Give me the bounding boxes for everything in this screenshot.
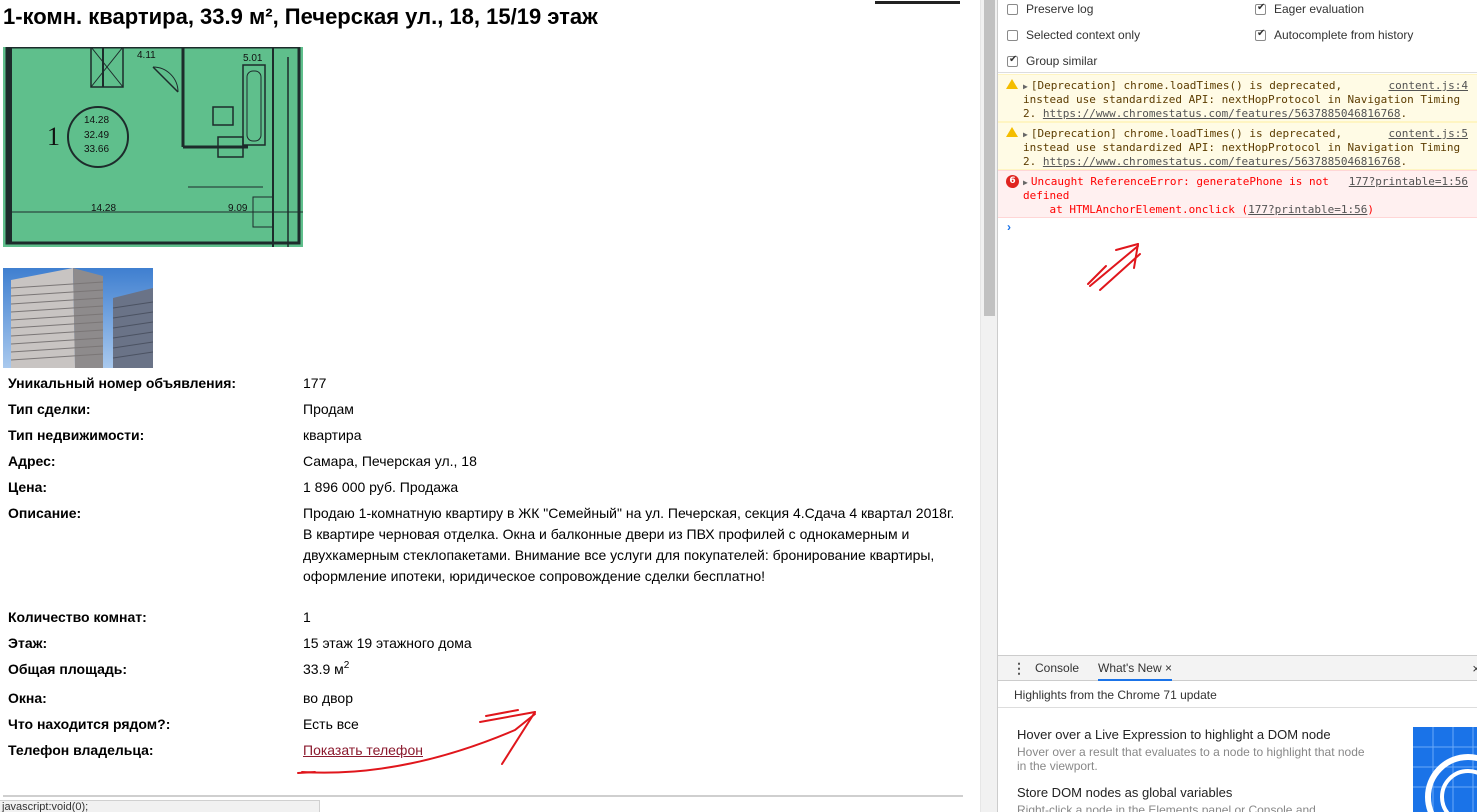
console-warning-message[interactable]: ▶ [Deprecation] chrome.loadTimes() is dep… bbox=[998, 122, 1477, 170]
tab-whats-new[interactable]: What's New × bbox=[1098, 656, 1172, 681]
web-page: 1-комн. квартира, 33.9 м², Печерская ул.… bbox=[0, 0, 980, 812]
detail-label: Адрес: bbox=[8, 453, 56, 469]
group-similar-checkbox[interactable]: Group similar bbox=[1007, 53, 1097, 69]
checkbox-label: Preserve log bbox=[1026, 2, 1094, 16]
message-link[interactable]: https://www.chromestatus.com/features/56… bbox=[1043, 107, 1401, 120]
console-error-message[interactable]: 6 ▶ Uncaught ReferenceError: generatePhon… bbox=[998, 170, 1477, 218]
detail-value: 177 bbox=[303, 375, 327, 391]
eager-evaluation-checkbox[interactable]: Eager evaluation bbox=[1255, 1, 1364, 17]
building-photo bbox=[3, 268, 153, 368]
tab-console[interactable]: Console bbox=[1035, 656, 1079, 681]
detail-label: Тип недвижимости: bbox=[8, 427, 145, 443]
detail-label: Описание: bbox=[8, 505, 82, 521]
message-link[interactable]: https://www.chromestatus.com/features/56… bbox=[1043, 155, 1401, 168]
message-source-link[interactable]: content.js:4 bbox=[1389, 79, 1468, 93]
checkbox-label: Selected context only bbox=[1026, 28, 1141, 42]
preserve-log-checkbox[interactable]: Preserve log bbox=[1007, 1, 1093, 17]
whats-new-item-desc: Right-click a node in the Elements panel… bbox=[1017, 803, 1316, 812]
message-text: instead use standardized API: nextHopPro… bbox=[1023, 93, 1461, 106]
detail-label: Цена: bbox=[8, 479, 48, 495]
message-source-link[interactable]: 177?printable=1:56 bbox=[1349, 175, 1468, 189]
whats-new-item-title: Store DOM nodes as global variables bbox=[1017, 785, 1233, 800]
message-text: defined bbox=[1023, 189, 1070, 202]
console-warning-message[interactable]: ▶ [Deprecation] chrome.loadTimes() is dep… bbox=[998, 74, 1477, 122]
console-prompt-icon[interactable]: › bbox=[1007, 220, 1011, 234]
expand-triangle-icon[interactable]: ▶ bbox=[1023, 178, 1028, 187]
drawer-tab-bar: ⋮ Console What's New × × bbox=[998, 655, 1477, 681]
clipped-header-text bbox=[875, 0, 960, 4]
floorplan-bottom-left-area: 14.28 bbox=[91, 203, 116, 214]
warning-icon bbox=[1006, 127, 1018, 137]
floorplan-area-1: 14.28 bbox=[84, 115, 109, 126]
selected-context-checkbox[interactable]: Selected context only bbox=[1007, 27, 1140, 43]
floorplan-room-number: 1 bbox=[47, 122, 60, 151]
expand-triangle-icon[interactable]: ▶ bbox=[1023, 82, 1028, 91]
detail-label: Этаж: bbox=[8, 635, 48, 651]
detail-label: Телефон владельца: bbox=[8, 742, 154, 758]
floorplan-kitchen-area: 4.11 bbox=[137, 50, 156, 61]
detail-value: Продаю 1-комнатную квартиру в ЖК "Семейн… bbox=[303, 505, 955, 584]
more-tools-icon[interactable]: ⋮ bbox=[1012, 656, 1026, 681]
floorplan-bath-area: 5.01 bbox=[243, 53, 263, 64]
browser-status-bar: javascript:void(0); bbox=[0, 800, 320, 812]
floorplan-area-3: 33.66 bbox=[84, 144, 109, 155]
detail-label: Что находится рядом?: bbox=[8, 716, 171, 732]
floorplan-bottom-right-area: 9.09 bbox=[228, 203, 248, 214]
message-text: instead use standardized API: nextHopPro… bbox=[1023, 141, 1461, 154]
detail-label: Общая площадь: bbox=[8, 661, 128, 677]
whats-new-item[interactable]: Store DOM nodes as global variables Righ… bbox=[1017, 785, 1377, 812]
close-tab-icon[interactable]: × bbox=[1165, 661, 1172, 675]
checkbox-box[interactable] bbox=[1255, 28, 1266, 41]
page-scrollbar-thumb[interactable] bbox=[984, 0, 995, 316]
checkbox-box[interactable] bbox=[1007, 3, 1018, 15]
message-source-link[interactable]: content.js:5 bbox=[1389, 127, 1468, 141]
whats-new-item-desc: Hover over a result that evaluates to a … bbox=[1017, 745, 1365, 773]
autocomplete-history-checkbox[interactable]: Autocomplete from history bbox=[1255, 27, 1413, 43]
checkbox-box[interactable] bbox=[1007, 54, 1018, 67]
detail-label: Количество комнат: bbox=[8, 609, 147, 625]
message-text: [Deprecation] chrome.loadTimes() is depr… bbox=[1030, 79, 1343, 92]
detail-label: Уникальный номер объявления: bbox=[8, 375, 237, 391]
devtools-panel: Preserve log Selected context only Group… bbox=[997, 0, 1477, 812]
detail-value: 1 896 000 руб. Продажа bbox=[303, 479, 459, 495]
checkbox-label: Group similar bbox=[1026, 54, 1098, 68]
error-count-badge: 6 bbox=[1006, 175, 1019, 188]
checkbox-box[interactable] bbox=[1255, 2, 1266, 15]
area-unit-superscript: 2 bbox=[343, 660, 350, 671]
detail-label: Тип сделки: bbox=[8, 401, 91, 417]
detail-value: 15 этаж 19 этажного дома bbox=[303, 635, 472, 651]
detail-value: Продам bbox=[303, 401, 354, 417]
area-value: 33.9 м bbox=[303, 661, 344, 677]
page-scrollbar[interactable] bbox=[980, 0, 997, 812]
detail-value: Самара, Печерская ул., 18 bbox=[303, 453, 477, 469]
message-link[interactable]: 177?printable=1:56 bbox=[1248, 203, 1367, 216]
whats-new-thumbnail bbox=[1413, 727, 1477, 812]
annotation-arrow-devtools bbox=[1087, 243, 1141, 291]
message-text: [Deprecation] chrome.loadTimes() is depr… bbox=[1030, 127, 1343, 140]
whats-new-item-title: Hover over a Live Expression to highligh… bbox=[1017, 727, 1331, 742]
checkbox-label: Eager evaluation bbox=[1274, 2, 1365, 16]
whats-new-item[interactable]: Hover over a Live Expression to highligh… bbox=[1017, 727, 1377, 773]
checkbox-box[interactable] bbox=[1007, 29, 1018, 41]
console-settings: Preserve log Selected context only Group… bbox=[998, 0, 1477, 73]
detail-value: квартира bbox=[303, 427, 362, 443]
close-drawer-icon[interactable]: × bbox=[1472, 656, 1477, 681]
annotation-arrow-page bbox=[297, 709, 536, 774]
floorplan-area-2: 32.49 bbox=[84, 130, 109, 141]
floorplan-image: 1 14.28 32.49 33.66 4.11 5.01 14.28 9.09 bbox=[3, 47, 303, 247]
warning-icon bbox=[1006, 79, 1018, 89]
page-title: 1-комн. квартира, 33.9 м², Печерская ул.… bbox=[3, 4, 598, 29]
message-text: Uncaught ReferenceError: generatePhone i… bbox=[1030, 175, 1329, 188]
detail-value: 33.9 м2 bbox=[303, 659, 963, 680]
detail-value: 1 bbox=[303, 609, 311, 625]
checkbox-label: Autocomplete from history bbox=[1274, 28, 1414, 42]
whats-new-header: Highlights from the Chrome 71 update bbox=[998, 682, 1477, 708]
detail-label: Окна: bbox=[8, 690, 47, 706]
page-divider bbox=[3, 795, 963, 797]
expand-triangle-icon[interactable]: ▶ bbox=[1023, 130, 1028, 139]
